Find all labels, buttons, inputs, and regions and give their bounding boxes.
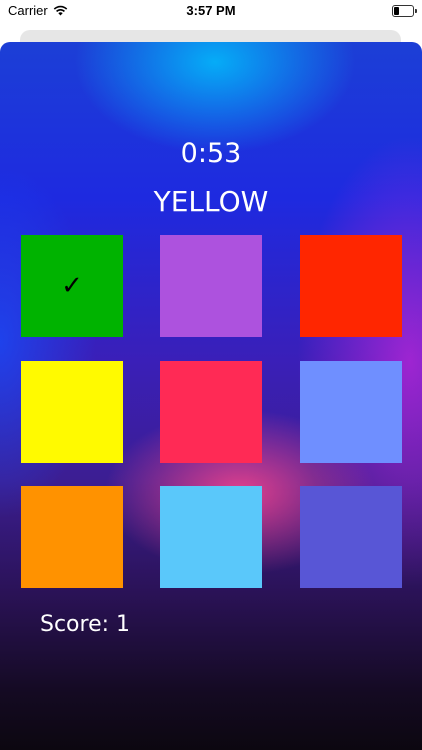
status-time: 3:57 PM [186, 3, 236, 18]
color-tile-1[interactable]: ✓ [21, 235, 123, 337]
countdown-timer: 0:53 [180, 138, 242, 169]
color-tile-8[interactable] [160, 486, 262, 588]
color-tile-6[interactable] [300, 361, 402, 463]
score-label: Score: 1 [40, 612, 131, 637]
checkmark-icon: ✓ [61, 271, 83, 301]
battery-icon [392, 5, 417, 17]
status-bar: Carrier 3:57 PM [0, 0, 422, 24]
color-tile-4[interactable] [21, 361, 123, 463]
target-color-word: YELLOW [153, 185, 269, 218]
color-tile-3[interactable] [300, 235, 402, 337]
color-tile-7[interactable] [21, 486, 123, 588]
color-tile-2[interactable] [160, 235, 262, 337]
color-tile-9[interactable] [300, 486, 402, 588]
game-card: 0:53 YELLOW ✓ Score: 1 [0, 42, 422, 750]
color-tile-5[interactable] [160, 361, 262, 463]
